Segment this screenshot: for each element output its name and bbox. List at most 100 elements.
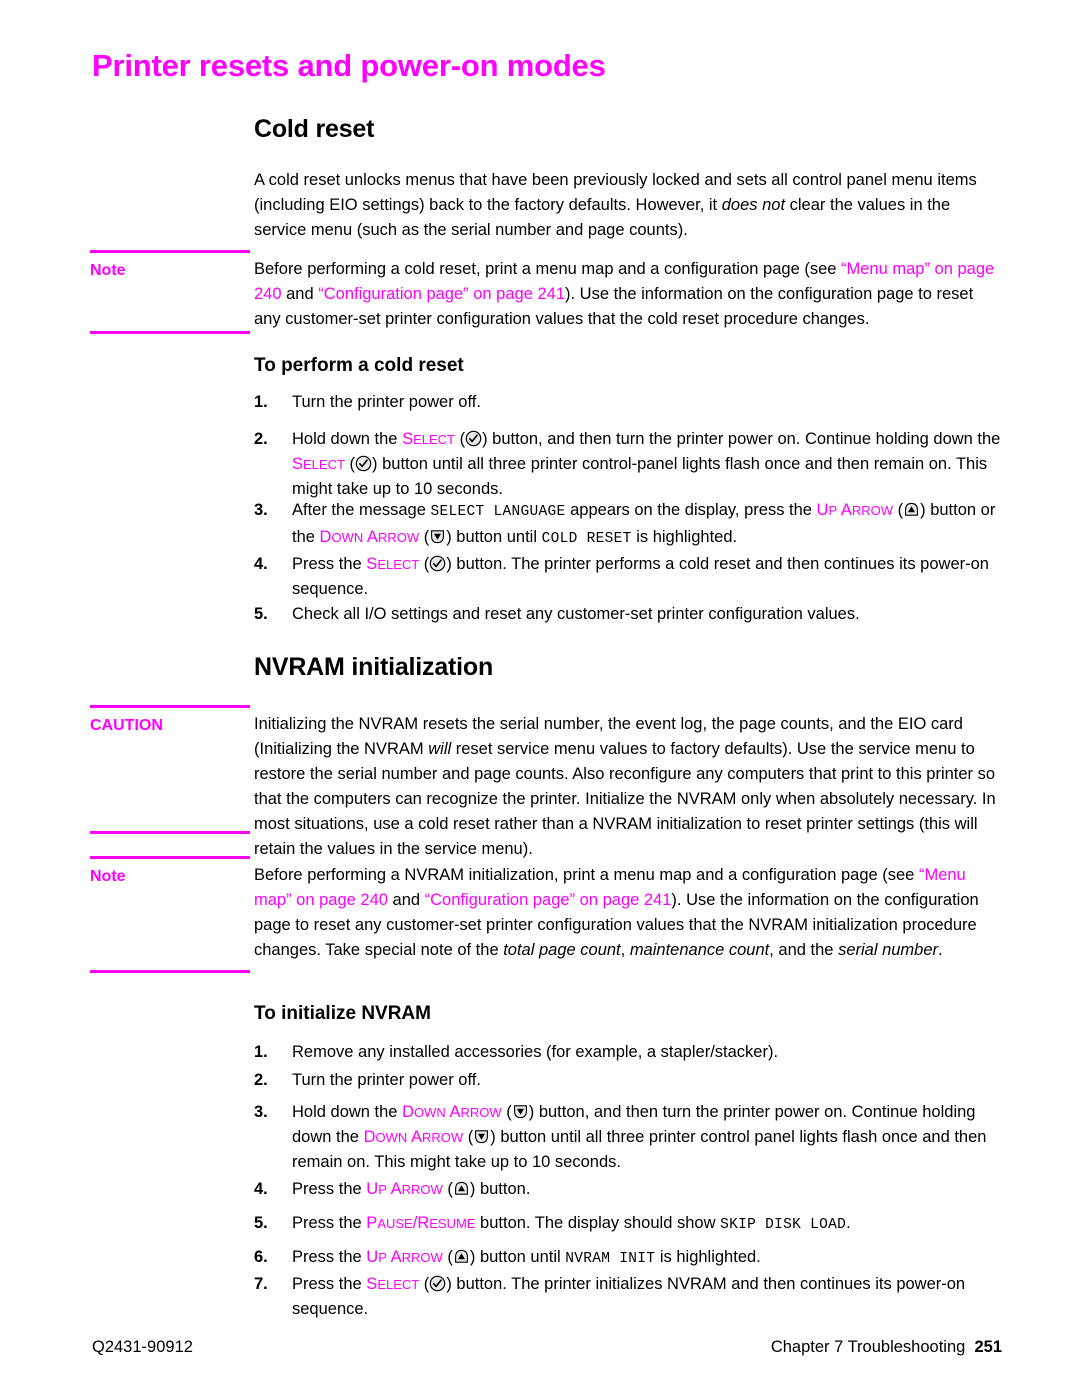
caution-text: Initializing the NVRAM resets the serial… (254, 712, 1002, 862)
step-number: 3. (254, 1103, 268, 1121)
xref-configuration-page[interactable]: “Configuration page” on page 241 (318, 285, 565, 303)
step-text-part2: ) button until (469, 1248, 566, 1266)
note-text-part2: and (387, 891, 425, 909)
procedure-heading-nvram: To initialize NVRAM (254, 1003, 431, 1024)
step-number: 2. (254, 430, 268, 448)
step-number: 6. (254, 1248, 268, 1266)
step-number: 2. (254, 1071, 268, 1089)
step-number: 3. (254, 501, 268, 519)
step-number: 1. (254, 1043, 268, 1061)
up-arrow-icon (453, 1248, 470, 1265)
key-name-down-arrow: DOWN ARROW (319, 528, 420, 546)
up-arrow-icon (903, 501, 920, 518)
key-name-select: SELECT (292, 455, 345, 473)
key-name-select: SELECT (402, 430, 455, 448)
list-item: 3. Hold down the DOWN ARROW () button, an… (254, 1100, 1002, 1175)
step-text-part3: ) button until all three printer control… (292, 455, 988, 498)
note-italic-maintenance-count: maintenance count (629, 941, 770, 959)
step-number: 5. (254, 1214, 268, 1232)
note-label: Note (90, 262, 126, 279)
list-item: 2. Hold down the SELECT () button, and th… (254, 427, 1002, 502)
footer-chapter-info: Chapter 7 Troubleshooting 251 (771, 1338, 1002, 1357)
caution-text-italic: will (428, 740, 452, 758)
step-text-part3: . (846, 1214, 851, 1232)
key-name-up-arrow: UP ARROW (366, 1248, 443, 1266)
xref-configuration-page[interactable]: “Configuration page” on page 241 (425, 891, 672, 909)
section-heading-nvram: NVRAM initialization (254, 653, 494, 681)
step-text-part1: Press the (292, 555, 367, 573)
note-rule-top (90, 856, 250, 859)
step-text-part1: Hold down the (292, 430, 403, 448)
display-message-skip-disk-load: SKIP DISK LOAD (720, 1217, 847, 1233)
note-italic-total-page-count: total page count (503, 941, 621, 959)
step-text: Turn the printer power off. (292, 1071, 481, 1089)
key-name-select: SELECT (366, 555, 420, 573)
footer-part-number: Q2431-90912 (92, 1338, 193, 1356)
list-item: 1. Turn the printer power off. (254, 390, 1002, 415)
list-item: 5. Press the PAUSE/RESUME button. The dis… (254, 1211, 1002, 1238)
key-name-up-arrow: UP ARROW (366, 1180, 443, 1198)
note-text-part1: Before performing a cold reset, print a … (254, 260, 842, 278)
step-text-part2: ) button. (469, 1180, 531, 1198)
step-number: 7. (254, 1275, 268, 1293)
step-text: Remove any installed accessories (for ex… (292, 1043, 779, 1061)
page-title: Printer resets and power-on modes (92, 48, 606, 83)
step-text-part2: button. The display should show (475, 1214, 721, 1232)
step-text-part3: is highlighted. (655, 1248, 761, 1266)
caution-rule-bottom (90, 831, 250, 834)
cold-reset-intro-italic: does not (721, 196, 786, 214)
display-message-select-language: SELECT LANGUAGE (430, 504, 566, 520)
note-italic-serial-number: serial number (838, 941, 939, 959)
note-block-nvram: Note Before performing a NVRAM initializ… (90, 856, 1002, 974)
select-check-icon (429, 555, 446, 572)
step-text-part1: Press the (292, 1275, 367, 1293)
list-item: 4. Press the SELECT () button. The printe… (254, 552, 1002, 602)
list-item: 7. Press the SELECT () button. The printe… (254, 1272, 1002, 1322)
list-item: 6. Press the UP ARROW () button until NVR… (254, 1245, 1002, 1272)
caution-label: CAUTION (90, 717, 163, 734)
note-text-part4: , (620, 941, 630, 959)
note-text-part5: , and the (769, 941, 839, 959)
step-text-part1: Press the (292, 1214, 367, 1232)
step-text: Turn the printer power off. (292, 393, 481, 411)
caution-rule-top (90, 705, 250, 708)
key-name-up-arrow: UP ARROW (816, 501, 894, 519)
note-rule-bottom (90, 331, 250, 334)
note-text-part6: . (938, 941, 943, 959)
procedure-heading-cold-reset: To perform a cold reset (254, 355, 464, 376)
note-rule-top (90, 250, 250, 253)
step-text-part1: After the message (292, 501, 431, 519)
note-text-part1: Before performing a NVRAM initialization… (254, 866, 919, 884)
caution-block-nvram: CAUTION Initializing the NVRAM resets th… (90, 705, 1002, 858)
note-text-cold-reset: Before performing a cold reset, print a … (254, 257, 1002, 332)
list-item: 3. After the message SELECT LANGUAGE appe… (254, 498, 1002, 552)
step-number: 4. (254, 555, 268, 573)
note-rule-bottom (90, 970, 250, 973)
key-name-select: SELECT (366, 1275, 420, 1293)
key-name-down-arrow: DOWN ARROW (363, 1128, 464, 1146)
select-check-icon (355, 455, 372, 472)
step-text-part1: Hold down the (292, 1103, 403, 1121)
step-text-part1: Press the (292, 1248, 367, 1266)
list-item: 4. Press the UP ARROW () button. (254, 1177, 1002, 1202)
step-text-part4: ) button until (446, 528, 542, 546)
step-number: 4. (254, 1180, 268, 1198)
list-item: 2. Turn the printer power off. (254, 1068, 1002, 1093)
select-check-icon (429, 1275, 446, 1292)
note-label: Note (90, 868, 126, 885)
section-heading-cold-reset: Cold reset (254, 115, 375, 143)
footer-chapter-label: Chapter 7 Troubleshooting (770, 1338, 966, 1356)
cold-reset-intro: A cold reset unlocks menus that have bee… (254, 168, 1002, 243)
note-text-nvram: Before performing a NVRAM initialization… (254, 863, 1002, 963)
key-name-down-arrow: DOWN ARROW (402, 1103, 502, 1121)
step-number: 5. (254, 605, 268, 623)
step-number: 1. (254, 393, 268, 411)
display-message-cold-reset: COLD RESET (541, 531, 632, 547)
down-arrow-icon (429, 528, 446, 545)
step-text-part2: ) button, and then turn the printer powe… (482, 430, 1001, 448)
step-text-part2: appears on the display, press the (565, 501, 817, 519)
step-text-part1: Press the (292, 1180, 367, 1198)
select-check-icon (465, 430, 482, 447)
list-item: 5. Check all I/O settings and reset any c… (254, 602, 1002, 627)
up-arrow-icon (453, 1180, 470, 1197)
